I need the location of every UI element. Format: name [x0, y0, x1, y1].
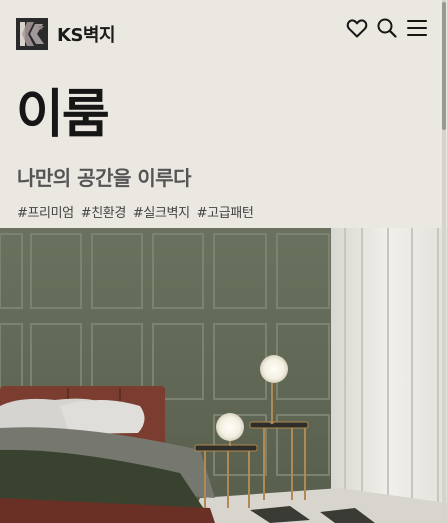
- scrollbar-thumb[interactable]: [442, 2, 446, 130]
- page-subtitle: 나만의 공간을 이루다: [17, 166, 192, 190]
- page-scrollbar[interactable]: [442, 0, 446, 523]
- ks-logo-icon: [16, 18, 48, 50]
- tag-item[interactable]: #프리미엄: [17, 202, 74, 221]
- tag-item[interactable]: #실크벽지: [133, 202, 190, 221]
- tag-item[interactable]: #친환경: [81, 202, 127, 221]
- page-title: 이룸: [16, 85, 110, 145]
- heart-icon[interactable]: [345, 16, 369, 40]
- bedroom-illustration: [0, 228, 447, 523]
- search-icon[interactable]: [375, 16, 399, 40]
- menu-icon[interactable]: [405, 16, 429, 40]
- hero-image: [0, 228, 447, 523]
- brand-name: KS벽지: [57, 25, 116, 46]
- tag-list: #프리미엄 #친환경 #실크벽지 #고급패턴: [17, 202, 260, 221]
- site-header: KS벽지: [0, 0, 447, 70]
- tag-item[interactable]: #고급패턴: [197, 202, 254, 221]
- brand-logo[interactable]: KS벽지: [16, 18, 116, 50]
